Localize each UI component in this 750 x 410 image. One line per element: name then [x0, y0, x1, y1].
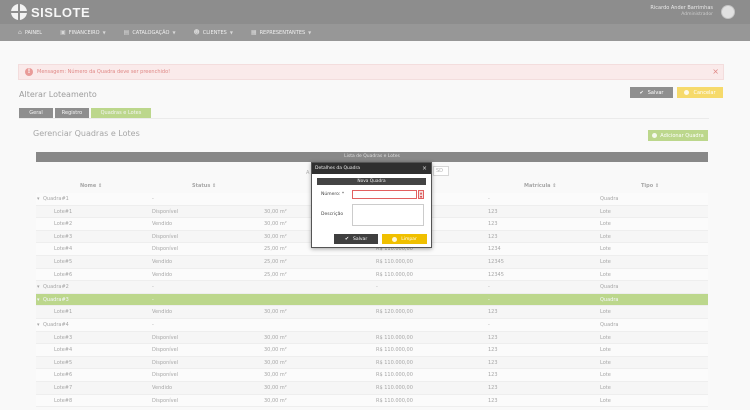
descricao-label: Descrição — [321, 212, 344, 217]
descricao-textarea[interactable] — [352, 204, 424, 226]
dialog-title: Detalhes da Quadra — [312, 163, 431, 174]
dialog-subtitle: Nova Quadra — [317, 178, 426, 185]
quadra-details-dialog: Detalhes da Quadra × Nova Quadra Número:… — [311, 162, 432, 248]
close-icon[interactable]: × — [422, 163, 427, 174]
dialog-save-button[interactable]: ✔ Salvar — [334, 234, 378, 244]
clear-icon — [392, 236, 398, 242]
check-icon: ✔ — [344, 236, 350, 242]
dialog-clear-button[interactable]: Limpar — [382, 234, 427, 244]
numero-label: Número: * — [321, 192, 345, 197]
numero-stepper[interactable]: ▲ ▼ — [418, 190, 424, 199]
numero-input[interactable] — [352, 190, 417, 199]
